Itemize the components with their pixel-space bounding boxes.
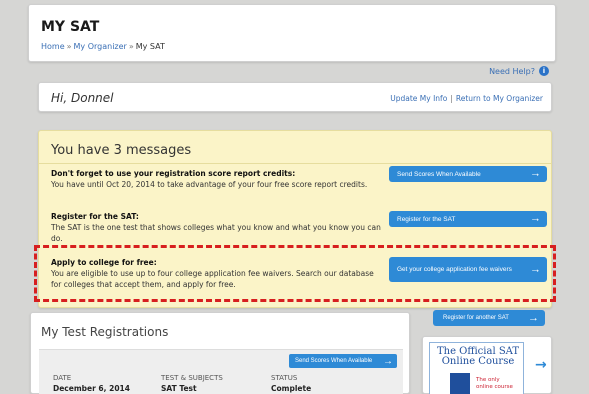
header-card: MY SAT Home» My Organizer» My SAT xyxy=(28,4,556,62)
ad-banner[interactable]: The Official SAT Online Course The only … xyxy=(429,342,524,394)
registration-date: December 6, 2014 xyxy=(53,384,130,393)
send-scores-button[interactable]: Send Scores When Available → xyxy=(389,166,547,182)
send-scores-button[interactable]: Send Scores When Available → xyxy=(289,354,397,368)
highlight-annotation xyxy=(34,245,556,302)
registration-row: Send Scores When Available → DATE TEST &… xyxy=(39,349,403,394)
breadcrumb-separator: » xyxy=(66,42,72,51)
message-body: You have until Oct 20, 2014 to take adva… xyxy=(51,180,368,189)
return-organizer-link[interactable]: Return to My Organizer xyxy=(456,94,543,103)
registrations-title: My Test Registrations xyxy=(41,325,169,339)
need-help-label[interactable]: Need Help? xyxy=(489,67,535,76)
breadcrumb-separator: » xyxy=(128,42,134,51)
arrow-right-icon: → xyxy=(528,312,539,324)
greeting-card: Hi, Donnel Update My Info | Return to My O… xyxy=(38,82,552,112)
message-item: Register for the SAT: The SAT is the one… xyxy=(51,211,381,244)
help-icon[interactable]: i xyxy=(539,66,549,76)
button-label: Register for another SAT xyxy=(443,315,509,321)
greeting-links: Update My Info | Return to My Organizer xyxy=(390,94,543,103)
message-heading: Don't forget to use your registration sc… xyxy=(51,169,296,178)
breadcrumb-home[interactable]: Home xyxy=(41,42,65,51)
ad-title: The Official SAT Online Course xyxy=(436,346,520,367)
column-header-status: STATUS xyxy=(271,374,298,382)
registration-status: Complete xyxy=(271,384,312,393)
need-help-link[interactable]: Need Help? i xyxy=(489,66,549,76)
button-label: Send Scores When Available xyxy=(295,358,373,364)
arrow-right-icon[interactable]: → xyxy=(535,357,547,373)
register-another-button[interactable]: Register for another SAT → xyxy=(433,310,545,326)
button-label: Register for the SAT xyxy=(397,215,456,223)
message-item: Don't forget to use your registration sc… xyxy=(51,168,381,190)
arrow-right-icon: → xyxy=(383,355,393,367)
arrow-right-icon: → xyxy=(530,212,541,225)
register-sat-button[interactable]: Register for the SAT → xyxy=(389,211,547,227)
arrow-right-icon: → xyxy=(530,167,541,180)
breadcrumb: Home» My Organizer» My SAT xyxy=(41,42,165,51)
update-info-link[interactable]: Update My Info xyxy=(390,94,447,103)
breadcrumb-current: My SAT xyxy=(135,42,165,51)
divider xyxy=(39,163,551,164)
ad-tagline: The only online course xyxy=(476,377,513,390)
message-body: The SAT is the one test that shows colle… xyxy=(51,223,381,243)
messages-title: You have 3 messages xyxy=(51,143,192,158)
greeting-text: Hi, Donnel xyxy=(51,91,114,105)
message-heading: Register for the SAT: xyxy=(51,212,139,221)
column-header-test: TEST & SUBJECTS xyxy=(161,374,223,382)
column-header-date: DATE xyxy=(53,374,72,382)
registration-test: SAT Test xyxy=(161,384,197,393)
registrations-card: My Test Registrations Send Scores When A… xyxy=(30,312,410,394)
book-icon xyxy=(450,373,470,394)
online-course-ad[interactable]: The Official SAT Online Course The only … xyxy=(422,336,552,394)
link-separator: | xyxy=(450,94,453,103)
page-title: MY SAT xyxy=(41,19,100,35)
breadcrumb-organizer[interactable]: My Organizer xyxy=(74,42,127,51)
button-label: Send Scores When Available xyxy=(397,170,481,178)
